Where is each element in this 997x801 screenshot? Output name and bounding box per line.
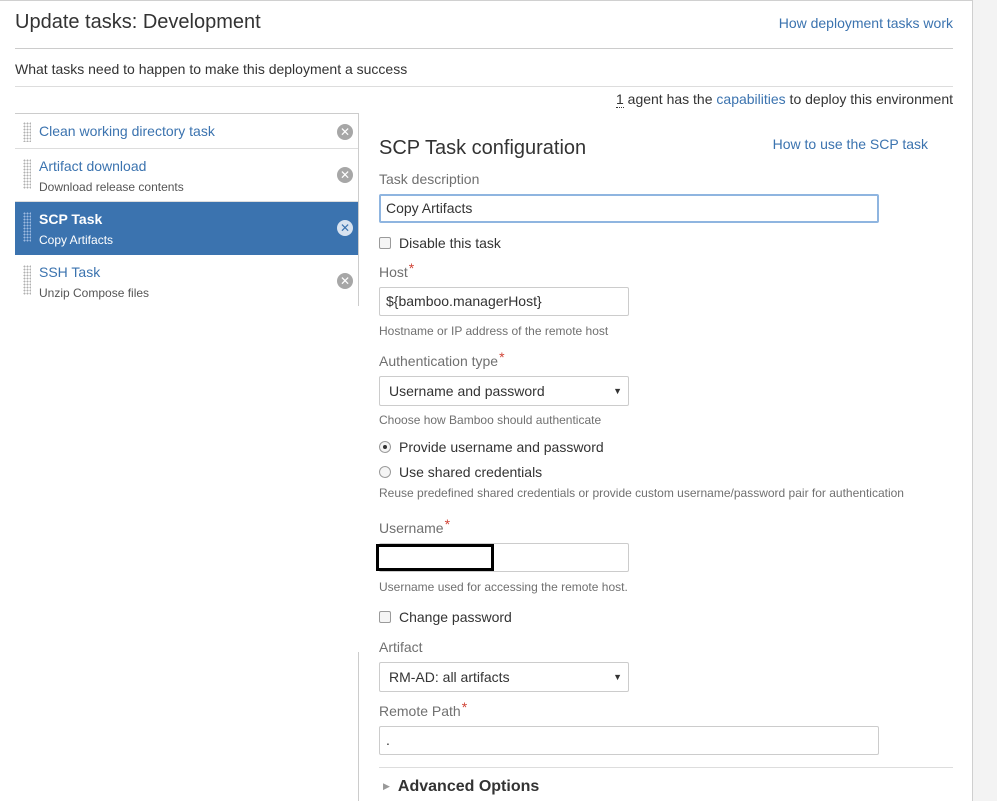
remote-path-input[interactable]: . <box>379 726 879 755</box>
host-label-text: Host <box>379 264 408 280</box>
credentials-help: Reuse predefined shared credentials or p… <box>379 486 904 500</box>
task-description: Download release contents <box>39 180 184 194</box>
radio-provide-credentials[interactable]: Provide username and password <box>379 439 604 455</box>
task-item-clean-working-directory[interactable]: Clean working directory task ✕ <box>15 114 359 149</box>
change-password-label: Change password <box>399 609 512 625</box>
advanced-options-toggle[interactable]: ▶ Advanced Options <box>383 778 539 796</box>
agents-prefix: agent has the <box>623 91 717 107</box>
auth-type-select[interactable]: Username and password ▼ <box>379 376 629 406</box>
checkbox-box[interactable] <box>379 237 391 249</box>
page-subtitle: What tasks need to happen to make this d… <box>15 61 408 77</box>
delete-task-icon[interactable]: ✕ <box>337 124 353 140</box>
capabilities-link[interactable]: capabilities <box>716 91 785 107</box>
page-title: Update tasks: Development <box>15 11 261 33</box>
host-help: Hostname or IP address of the remote hos… <box>379 324 609 338</box>
radio-button-selected[interactable] <box>379 441 391 453</box>
artifact-select[interactable]: RM-AD: all artifacts ▼ <box>379 662 629 692</box>
task-description-label: Task description <box>379 171 480 187</box>
username-help: Username used for accessing the remote h… <box>379 580 628 594</box>
panel-divider <box>358 113 359 306</box>
task-list: Clean working directory task ✕ Artifact … <box>15 113 359 308</box>
divider <box>379 767 953 768</box>
task-item-ssh-task[interactable]: SSH Task Unzip Compose files ✕ <box>15 255 359 308</box>
checkbox-box[interactable] <box>379 611 391 623</box>
divider <box>15 48 953 49</box>
dropdown-arrow-icon: ▼ <box>613 672 622 682</box>
task-description: Unzip Compose files <box>39 286 150 300</box>
drag-handle-icon[interactable] <box>23 159 31 189</box>
task-description-input[interactable]: Copy Artifacts <box>379 194 879 223</box>
expand-arrow-icon[interactable]: ▶ <box>383 781 390 791</box>
auth-type-label: Authentication type* <box>379 349 505 369</box>
page: Update tasks: Development How deployment… <box>0 0 972 801</box>
radio-provide-label: Provide username and password <box>399 439 604 455</box>
agents-capability-text: 1 agent has the capabilities to deploy t… <box>615 91 953 108</box>
drag-handle-icon[interactable] <box>23 212 31 242</box>
task-name[interactable]: Clean working directory task <box>39 123 215 139</box>
disable-task-label: Disable this task <box>399 235 501 251</box>
drag-handle-icon[interactable] <box>23 122 31 142</box>
required-marker: * <box>461 699 468 715</box>
host-label: Host* <box>379 260 414 280</box>
scp-help-link[interactable]: How to use the SCP task <box>773 136 928 152</box>
remote-path-label: Remote Path* <box>379 699 467 719</box>
dropdown-arrow-icon: ▼ <box>613 386 622 396</box>
artifact-value: RM-AD: all artifacts <box>389 669 510 685</box>
scrollbar-track[interactable] <box>972 0 997 801</box>
auth-type-help: Choose how Bamboo should authenticate <box>379 413 602 427</box>
username-label-text: Username <box>379 520 444 536</box>
delete-task-icon[interactable]: ✕ <box>337 220 353 236</box>
agents-suffix: to deploy this environment <box>785 91 953 107</box>
advanced-options-label: Advanced Options <box>397 778 540 795</box>
artifact-label: Artifact <box>379 639 423 655</box>
radio-shared-label: Use shared credentials <box>399 464 543 480</box>
required-marker: * <box>408 260 415 276</box>
host-input[interactable]: ${bamboo.managerHost} <box>379 287 629 316</box>
required-marker: * <box>444 516 451 532</box>
panel-divider <box>358 652 359 801</box>
username-label: Username* <box>379 516 450 536</box>
change-password-checkbox[interactable]: Change password <box>379 609 512 625</box>
task-item-scp-task[interactable]: SCP Task Copy Artifacts ✕ <box>15 202 359 255</box>
config-title: SCP Task configuration <box>379 137 587 159</box>
task-name[interactable]: Artifact download <box>39 158 146 174</box>
divider <box>15 86 953 87</box>
auth-type-label-text: Authentication type <box>379 353 499 369</box>
auth-type-value: Username and password <box>389 383 545 399</box>
deployment-tasks-help-link[interactable]: How deployment tasks work <box>779 15 953 31</box>
task-description: Copy Artifacts <box>39 233 114 247</box>
radio-button[interactable] <box>379 466 391 478</box>
drag-handle-icon[interactable] <box>23 265 31 295</box>
delete-task-icon[interactable]: ✕ <box>337 273 353 289</box>
agents-count[interactable]: 1 <box>615 91 624 108</box>
remote-path-label-text: Remote Path <box>379 703 461 719</box>
disable-task-checkbox[interactable]: Disable this task <box>379 235 501 251</box>
delete-task-icon[interactable]: ✕ <box>337 167 353 183</box>
task-item-artifact-download[interactable]: Artifact download Download release conte… <box>15 149 359 202</box>
task-name[interactable]: SCP Task <box>39 211 102 227</box>
radio-shared-credentials[interactable]: Use shared credentials <box>379 464 542 480</box>
top-border <box>0 0 972 1</box>
redaction-box <box>376 544 494 571</box>
task-name[interactable]: SSH Task <box>39 264 100 280</box>
required-marker: * <box>499 349 505 365</box>
